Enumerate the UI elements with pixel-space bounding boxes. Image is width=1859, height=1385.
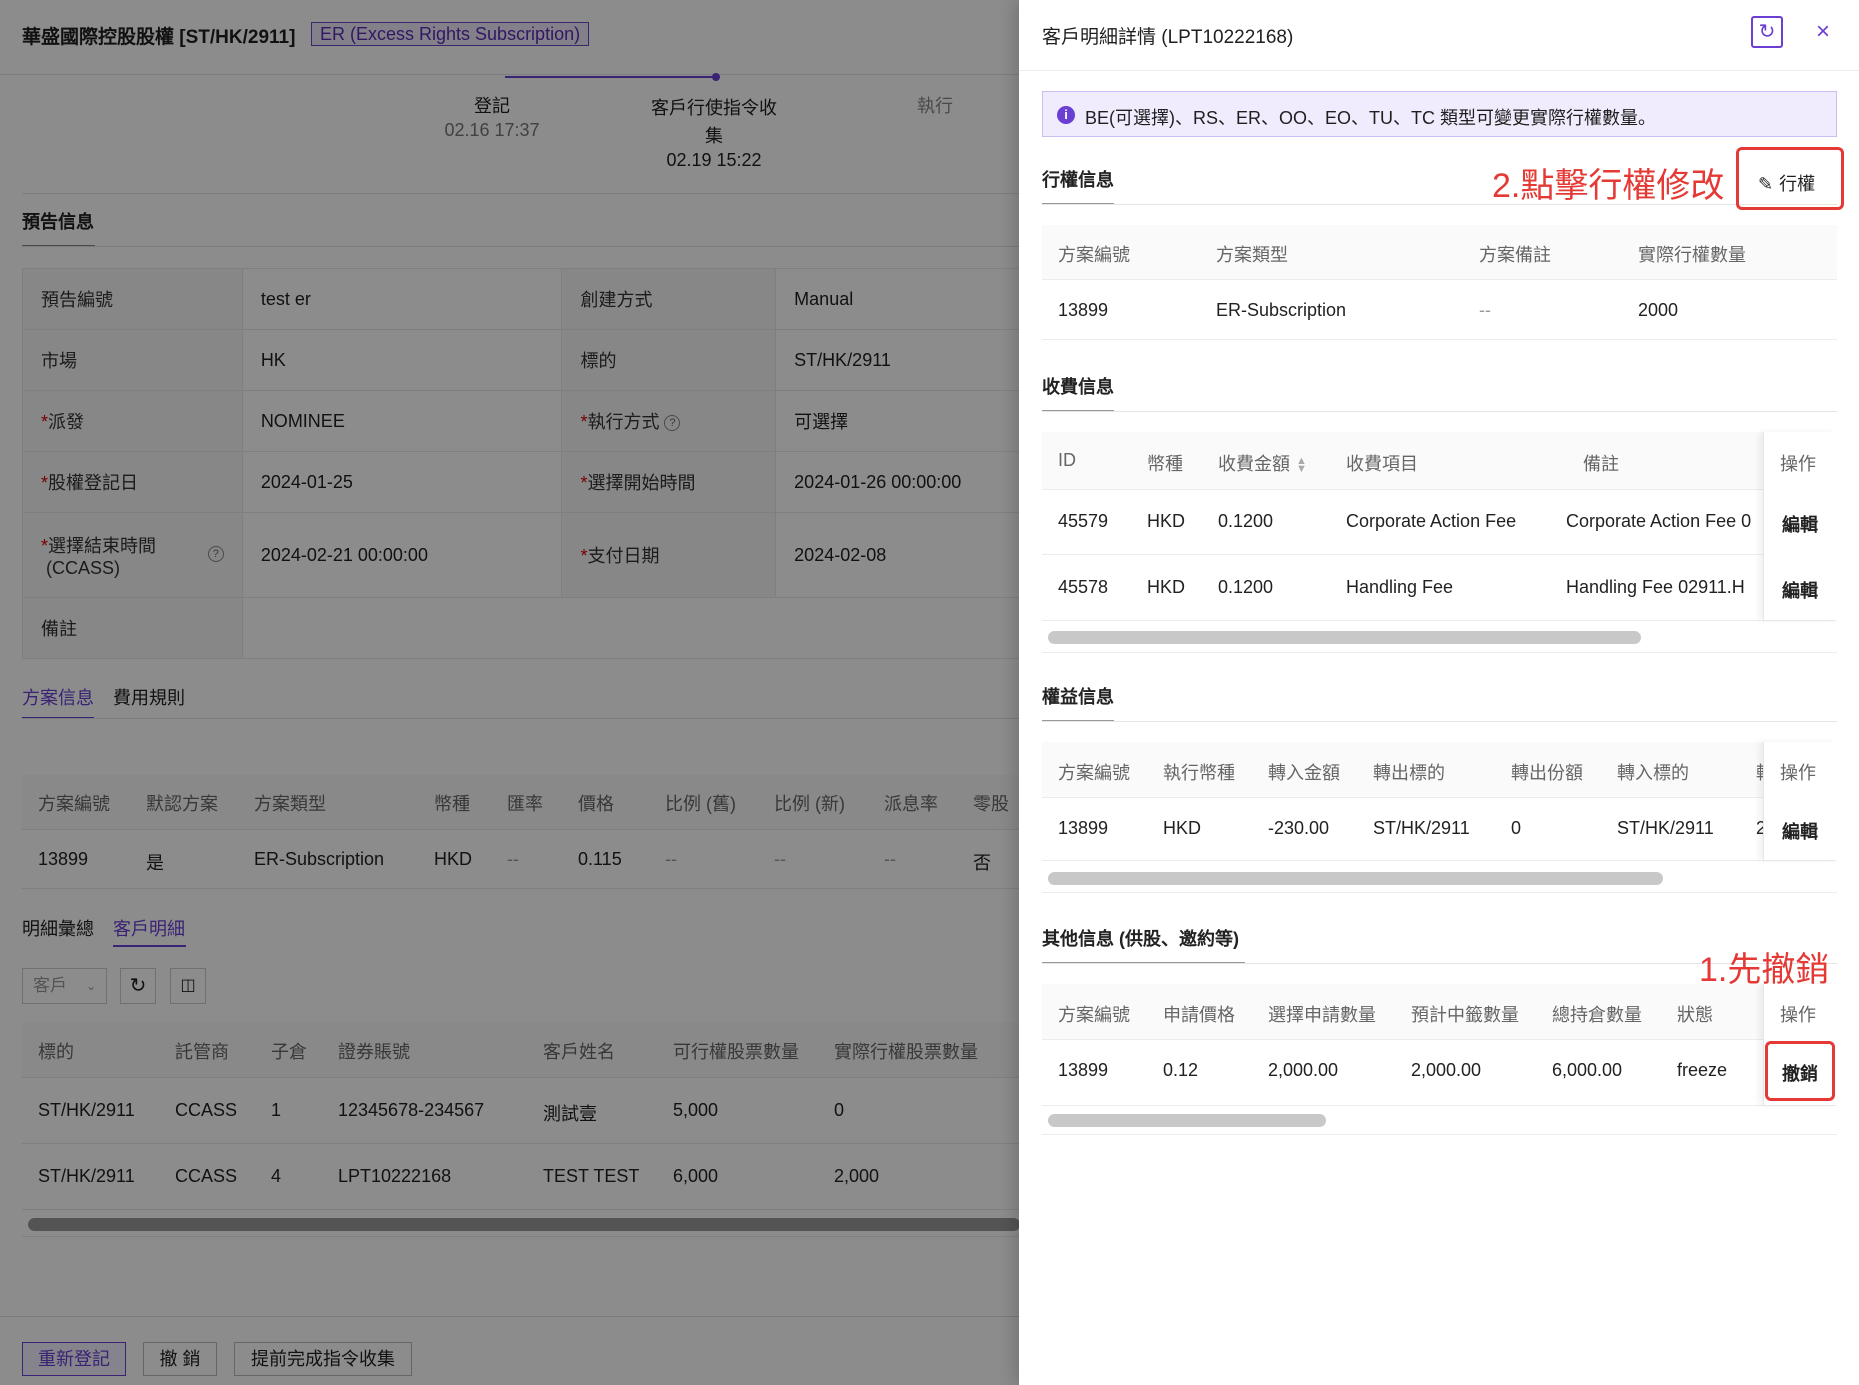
- other-cell: 2,000.00: [1411, 1060, 1482, 1080]
- other-header: 選擇申請數量: [1268, 1005, 1376, 1025]
- rights-header: 轉出份額: [1511, 763, 1583, 783]
- fee-cell: Corporate Action Fee: [1346, 511, 1517, 531]
- rights-header: 轉入金額: [1268, 763, 1340, 783]
- edit-rights-link[interactable]: 編輯: [1782, 818, 1818, 844]
- other-cell: 2,000.00: [1268, 1060, 1339, 1080]
- drawer-title: 客戶明細詳情 (LPT10222168): [1042, 27, 1294, 48]
- fee-header: 備註: [1583, 454, 1619, 474]
- rights-table-scrollbar[interactable]: [1048, 872, 1663, 885]
- other-header: 申請價格: [1163, 1005, 1235, 1025]
- fee-section-title: 收費信息: [1042, 377, 1114, 397]
- refresh-icon[interactable]: ↻: [1751, 16, 1783, 48]
- client-detail-drawer: 客戶明細詳情 (LPT10222168) ↻ × i BE(可選擇)、RS、ER…: [1019, 0, 1859, 1385]
- rights-section-title: 權益信息: [1042, 687, 1114, 707]
- other-header: 操作: [1780, 1005, 1816, 1025]
- fee-cell: 0.1200: [1218, 511, 1274, 531]
- edit-icon: ✎: [1758, 174, 1774, 194]
- modal-overlay[interactable]: [0, 0, 1020, 1385]
- rights-cell: ST/HK/2911: [1373, 818, 1470, 838]
- exercise-cell: --: [1479, 300, 1491, 320]
- exercise-cell: 2000: [1638, 300, 1679, 320]
- info-alert-text: BE(可選擇)、RS、ER、OO、EO、TU、TC 類型可變更實際行權數量。: [1085, 108, 1657, 128]
- rights-header: 執行幣種: [1163, 763, 1235, 783]
- other-header: 狀態: [1677, 1005, 1713, 1025]
- fee-cell: 0.1200: [1218, 577, 1274, 597]
- fee-cell: Handling Fee: [1346, 577, 1454, 597]
- rights-cell: ST/HK/2911: [1617, 818, 1714, 838]
- fee-cell: HKD: [1147, 511, 1186, 531]
- fee-header: 收費金額 ▲ ▼: [1218, 454, 1307, 476]
- fee-header: 操作: [1780, 454, 1816, 474]
- rights-cell: 0: [1511, 818, 1522, 838]
- fee-header: ID: [1058, 450, 1076, 470]
- edit-fee-link[interactable]: 編輯: [1782, 511, 1818, 537]
- fee-cell: Corporate Action Fee 0: [1566, 511, 1752, 531]
- exercise-button[interactable]: ✎ 行權: [1758, 170, 1815, 196]
- exercise-header: 實際行權數量: [1638, 245, 1746, 265]
- rights-cell: 13899: [1058, 818, 1109, 838]
- other-cell: 13899: [1058, 1060, 1109, 1080]
- other-cell: 0.12: [1163, 1060, 1199, 1080]
- exercise-section-title: 行權信息: [1042, 170, 1114, 190]
- revoke-link[interactable]: 撤銷: [1782, 1060, 1818, 1086]
- info-alert: i BE(可選擇)、RS、ER、OO、EO、TU、TC 類型可變更實際行權數量。: [1042, 91, 1837, 137]
- other-cell: freeze: [1677, 1060, 1728, 1080]
- fee-cell: 45579: [1058, 511, 1109, 531]
- fee-table-scrollbar[interactable]: [1048, 631, 1641, 644]
- other-header: 總持倉數量: [1552, 1005, 1642, 1025]
- info-icon: i: [1057, 106, 1075, 124]
- rights-header: 轉出標的: [1373, 763, 1445, 783]
- rights-cell: -230.00: [1268, 818, 1330, 838]
- fee-header: 收費項目: [1346, 454, 1418, 474]
- annotation-click-exercise: 2.點擊行權修改: [1492, 167, 1725, 205]
- other-table-scrollbar[interactable]: [1048, 1114, 1326, 1127]
- rights-header: 操作: [1780, 763, 1816, 783]
- rights-cell: HKD: [1163, 818, 1202, 838]
- fee-cell: Handling Fee 02911.H: [1566, 577, 1745, 597]
- fee-cell: HKD: [1147, 577, 1186, 597]
- exercise-header: 方案類型: [1216, 245, 1288, 265]
- exercise-cell: ER-Subscription: [1216, 300, 1347, 320]
- sort-icon[interactable]: ▲ ▼: [1296, 456, 1307, 475]
- close-icon[interactable]: ×: [1808, 16, 1838, 48]
- rights-header: 轉入標的: [1617, 763, 1689, 783]
- exercise-cell: 13899: [1058, 300, 1109, 320]
- rights-header: 方案編號: [1058, 763, 1130, 783]
- other-header: 方案編號: [1058, 1005, 1130, 1025]
- fee-cell: 45578: [1058, 577, 1109, 597]
- other-header: 預計中籤數量: [1411, 1005, 1519, 1025]
- fee-header: 幣種: [1147, 454, 1183, 474]
- exercise-header: 方案備註: [1479, 245, 1551, 265]
- other-section-title: 其他信息 (供股、邀約等): [1042, 929, 1239, 949]
- exercise-header: 方案編號: [1058, 245, 1130, 265]
- edit-fee-link[interactable]: 編輯: [1782, 577, 1818, 603]
- other-cell: 6,000.00: [1552, 1060, 1623, 1080]
